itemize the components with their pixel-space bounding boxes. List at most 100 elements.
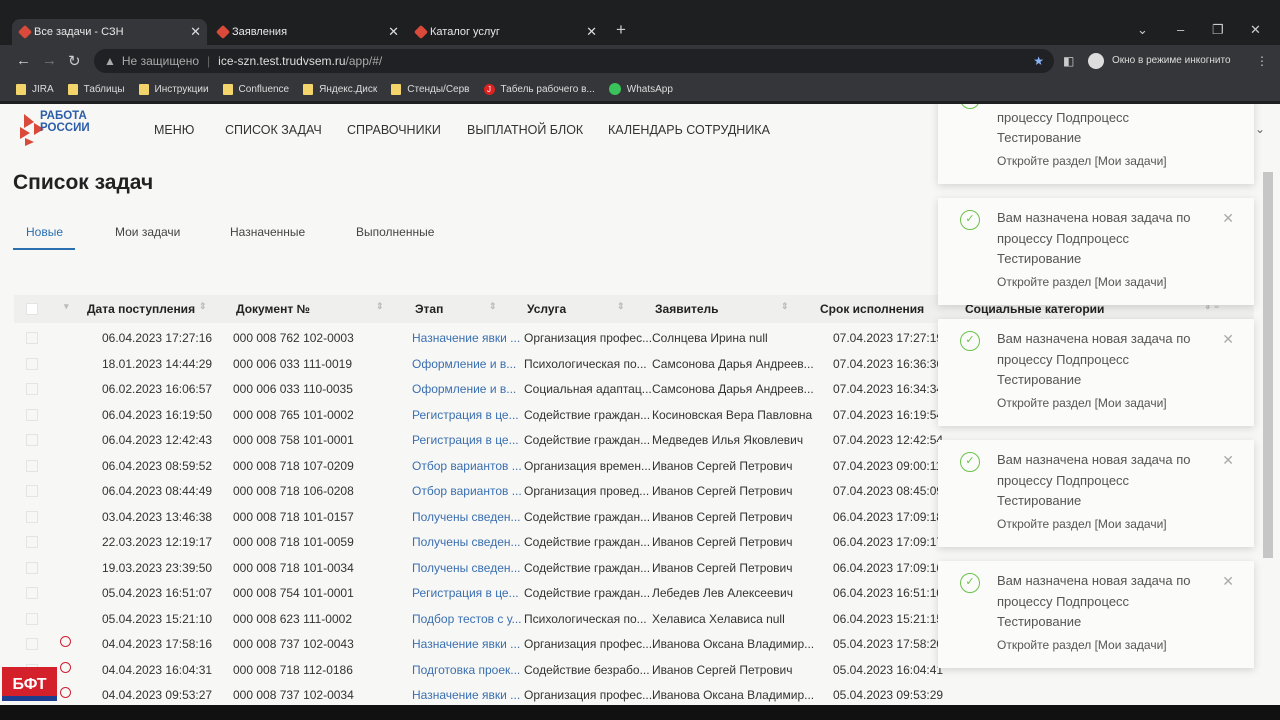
row-checkbox[interactable] <box>26 383 38 395</box>
back-icon[interactable]: ← <box>16 52 31 69</box>
row-checkbox[interactable] <box>26 332 38 344</box>
row-checkbox[interactable] <box>26 408 38 421</box>
close-tab-icon[interactable]: ✕ <box>586 24 597 40</box>
row-checkbox[interactable] <box>26 561 38 574</box>
cell-service: Социальная адаптац... <box>524 382 652 396</box>
cell-stage[interactable]: Регистрация в це... <box>412 408 519 422</box>
row-checkbox[interactable] <box>26 587 38 599</box>
col-service[interactable]: Услуга <box>527 302 566 316</box>
close-window-button[interactable]: ✕ <box>1250 22 1261 38</box>
notification-link[interactable]: Откройте раздел [Мои задачи] <box>997 517 1167 531</box>
cell-stage[interactable]: Получены сведен... <box>412 561 521 575</box>
bookmark-whatsapp[interactable]: WhatsApp <box>608 83 673 95</box>
cell-service: Содействие граждан... <box>524 535 651 549</box>
app-page: РАБОТА РОССИИ МЕНЮ СПИСОК ЗАДАЧ СПРАВОЧНИ… <box>0 104 1280 705</box>
table-row[interactable]: 04.04.2023 09:53:27 000 008 737 102-0034 Н… <box>14 683 1254 705</box>
row-checkbox[interactable] <box>26 536 38 548</box>
cell-stage[interactable]: Назначение явки ... <box>412 637 520 651</box>
close-icon[interactable]: ✕ <box>1222 452 1234 469</box>
notification-link[interactable]: Откройте раздел [Мои задачи] <box>997 154 1167 168</box>
row-checkbox[interactable] <box>26 485 38 497</box>
row-checkbox[interactable] <box>26 612 38 625</box>
browser-tab-all-tasks[interactable]: Все задачи - СЗН ✕ <box>12 19 207 45</box>
cell-stage[interactable]: Подготовка проек... <box>412 663 520 677</box>
nav-directories[interactable]: СПРАВОЧНИКИ <box>347 123 441 137</box>
cell-stage[interactable]: Регистрация в це... <box>412 433 519 447</box>
col-document[interactable]: Документ № <box>236 302 310 316</box>
bookmark-confluence[interactable]: Confluence <box>222 83 289 95</box>
notification-link[interactable]: Откройте раздел [Мои задачи] <box>997 638 1167 652</box>
browser-tab-applications[interactable]: Заявления ✕ <box>210 19 405 45</box>
tab-completed[interactable]: Выполненные <box>356 225 434 239</box>
notification-link[interactable]: Откройте раздел [Мои задачи] <box>997 275 1167 289</box>
cell-applicant: Медведев Илья Яковлевич <box>652 433 804 447</box>
nav-menu[interactable]: МЕНЮ <box>154 123 194 137</box>
filter-icon[interactable]: ▾ <box>64 301 69 312</box>
sort-icon[interactable]: ⇕ <box>376 301 384 312</box>
nav-task-list[interactable]: СПИСОК ЗАДАЧ <box>225 123 322 137</box>
col-stage[interactable]: Этап <box>415 302 443 316</box>
close-tab-icon[interactable]: ✕ <box>190 24 201 40</box>
minimize-button[interactable]: – <box>1177 22 1184 37</box>
col-date-received[interactable]: Дата поступления <box>87 302 195 316</box>
bookmark-stands[interactable]: Стенды/Серв <box>391 83 470 95</box>
cell-stage[interactable]: Оформление и в... <box>412 357 516 371</box>
maximize-button[interactable]: ❐ <box>1212 22 1224 38</box>
cell-stage[interactable]: Назначение явки ... <box>412 331 520 345</box>
side-panel-icon[interactable]: ◧ <box>1063 54 1074 68</box>
j-logo-icon: J <box>483 83 495 95</box>
cell-stage[interactable]: Отбор вариантов ... <box>412 459 522 473</box>
chevron-down-icon[interactable]: ⌄ <box>1255 122 1265 136</box>
cell-deadline: 06.04.2023 16:51:10 <box>833 586 944 600</box>
bookmark-timesheet[interactable]: J Табель рабочего в... <box>483 83 595 95</box>
bookmark-jira[interactable]: JIRA <box>16 83 54 95</box>
cell-stage[interactable]: Регистрация в це... <box>412 586 519 600</box>
bookmark-tables[interactable]: Таблицы <box>67 83 125 95</box>
cell-stage[interactable]: Подбор тестов с у... <box>412 612 522 626</box>
close-icon[interactable]: ✕ <box>1222 573 1234 590</box>
cell-stage[interactable]: Получены сведен... <box>412 510 521 524</box>
bookmark-yandex-disk[interactable]: Яндекс.Диск <box>303 83 377 95</box>
tab-new[interactable]: Новые <box>26 225 63 239</box>
nav-employee-calendar[interactable]: КАЛЕНДАРЬ СОТРУДНИКА <box>608 123 770 137</box>
bookmark-star-icon[interactable]: ★ <box>1033 54 1044 68</box>
tab-search-icon[interactable]: ⌄ <box>1137 22 1148 38</box>
kebab-menu-icon[interactable]: ⋮ <box>1256 54 1268 68</box>
cell-stage[interactable]: Отбор вариантов ... <box>412 484 522 498</box>
new-tab-button[interactable]: + <box>616 20 626 40</box>
sort-icon[interactable]: ⇕ <box>781 301 789 312</box>
cell-applicant: Иванов Сергей Петрович <box>652 560 793 575</box>
close-icon[interactable]: ✕ <box>1222 104 1234 106</box>
forward-icon[interactable]: → <box>42 52 57 69</box>
row-checkbox[interactable] <box>26 459 38 472</box>
sort-icon[interactable]: ⇕ <box>199 301 207 312</box>
cell-stage[interactable]: Оформление и в... <box>412 382 516 396</box>
sort-icon[interactable]: ⇕ <box>617 301 625 312</box>
tab-my-tasks[interactable]: Мои задачи <box>115 225 180 239</box>
nav-payment-block[interactable]: ВЫПЛАТНОЙ БЛОК <box>467 123 583 137</box>
bookmark-instructions[interactable]: Инструкции <box>138 83 209 95</box>
notification-toast: ✓ Вам назначена новая задача по процессу … <box>938 198 1254 305</box>
cell-document-number: 000 008 718 101-0059 <box>233 535 354 549</box>
reload-icon[interactable]: ↻ <box>68 52 81 70</box>
row-checkbox[interactable] <box>26 434 38 446</box>
row-checkbox[interactable] <box>26 357 38 370</box>
browser-tab-catalog[interactable]: Каталог услуг ✕ <box>408 19 603 45</box>
row-checkbox[interactable] <box>26 510 38 523</box>
sort-icon[interactable]: ⇕ <box>489 301 497 312</box>
scrollbar[interactable] <box>1263 172 1273 558</box>
close-icon[interactable]: ✕ <box>1222 210 1234 227</box>
row-checkbox[interactable] <box>26 638 38 650</box>
tab-assigned[interactable]: Назначенные <box>230 225 305 239</box>
select-all-checkbox[interactable] <box>26 303 38 315</box>
col-applicant[interactable]: Заявитель <box>655 302 719 316</box>
close-tab-icon[interactable]: ✕ <box>388 24 399 40</box>
cell-stage[interactable]: Получены сведен... <box>412 535 521 549</box>
cell-stage[interactable]: Назначение явки ... <box>412 688 520 702</box>
col-deadline[interactable]: Срок исполнения <box>820 302 924 316</box>
cell-service: Организация времен... <box>524 458 651 473</box>
close-icon[interactable]: ✕ <box>1222 331 1234 348</box>
url-input[interactable]: ▲ Не защищено | ice-szn.test.trudvsem.ru… <box>94 49 1054 73</box>
notification-link[interactable]: Откройте раздел [Мои задачи] <box>997 396 1167 410</box>
cell-date-received: 04.04.2023 17:58:16 <box>102 637 213 651</box>
